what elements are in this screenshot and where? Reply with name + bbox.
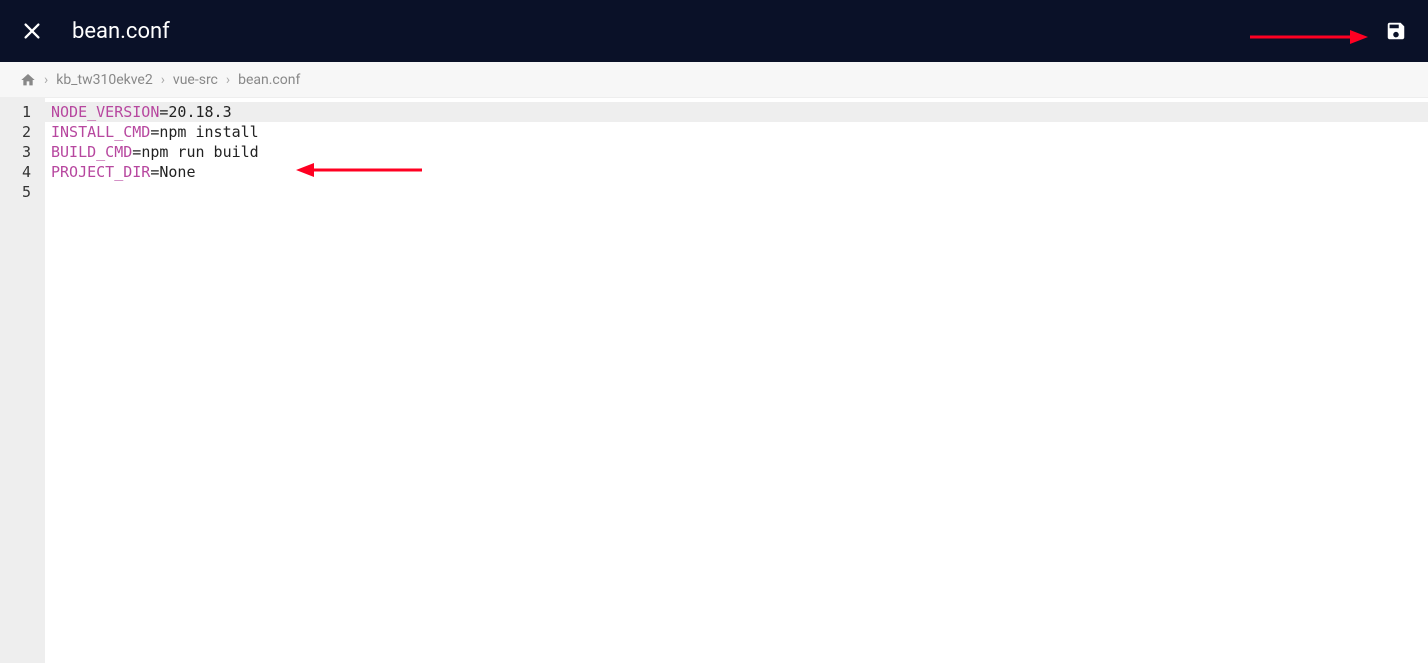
code-line[interactable]: PROJECT_DIR=None xyxy=(51,162,1428,182)
breadcrumb-item[interactable]: vue-src xyxy=(173,72,218,88)
line-number: 2 xyxy=(0,122,45,142)
header-bar: bean.conf xyxy=(0,0,1428,62)
line-number: 3 xyxy=(0,142,45,162)
close-button[interactable] xyxy=(20,19,44,43)
code-line[interactable]: INSTALL_CMD=npm install xyxy=(51,122,1428,142)
token-value: None xyxy=(159,163,195,181)
line-gutter: 1 2 3 4 5 xyxy=(0,98,45,663)
token-key: PROJECT_DIR xyxy=(51,163,150,181)
save-icon xyxy=(1385,20,1407,42)
breadcrumb-item[interactable]: bean.conf xyxy=(238,72,300,88)
close-icon xyxy=(21,20,43,42)
save-button[interactable] xyxy=(1384,19,1408,43)
token-eq: = xyxy=(132,143,141,161)
code-editor[interactable]: 1 2 3 4 5 NODE_VERSION=20.18.3 INSTALL_C… xyxy=(0,98,1428,663)
token-value: npm install xyxy=(159,123,258,141)
line-number: 4 xyxy=(0,162,45,182)
breadcrumb-separator: › xyxy=(44,72,48,88)
breadcrumb-separator: › xyxy=(161,72,165,88)
token-key: NODE_VERSION xyxy=(51,103,159,121)
file-title: bean.conf xyxy=(72,19,170,44)
code-area[interactable]: NODE_VERSION=20.18.3 INSTALL_CMD=npm ins… xyxy=(45,98,1428,663)
token-value: 20.18.3 xyxy=(168,103,231,121)
code-line[interactable] xyxy=(51,182,1428,202)
code-line[interactable]: NODE_VERSION=20.18.3 xyxy=(45,102,1428,122)
line-number: 5 xyxy=(0,182,45,202)
breadcrumb-item[interactable]: kb_tw310ekve2 xyxy=(56,72,152,88)
line-number: 1 xyxy=(0,102,45,122)
home-icon[interactable] xyxy=(20,72,36,88)
token-value: npm run build xyxy=(141,143,258,161)
breadcrumb: › kb_tw310ekve2 › vue-src › bean.conf xyxy=(0,62,1428,98)
breadcrumb-separator: › xyxy=(226,72,230,88)
token-key: INSTALL_CMD xyxy=(51,123,150,141)
token-key: BUILD_CMD xyxy=(51,143,132,161)
header-left: bean.conf xyxy=(20,19,170,44)
code-line[interactable]: BUILD_CMD=npm run build xyxy=(51,142,1428,162)
